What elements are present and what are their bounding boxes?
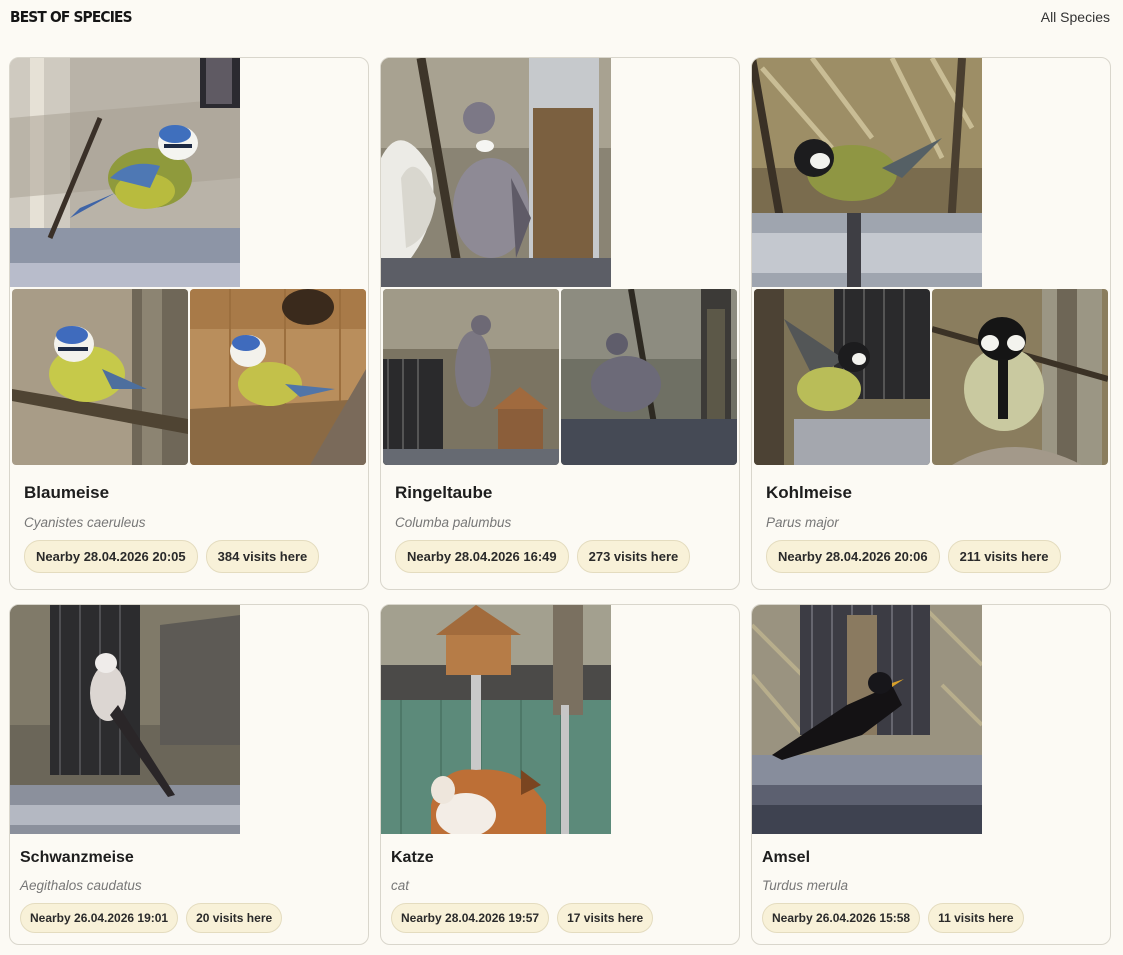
species-main-photo[interactable] [10, 605, 240, 834]
species-name: Blaumeise [24, 483, 110, 502]
species-card-schwanzmeise[interactable]: Schwanzmeise Aegithalos caudatus Nearby … [9, 604, 369, 945]
species-thumb-photo[interactable] [190, 289, 366, 465]
species-main-photo[interactable] [10, 58, 240, 287]
species-stats: Nearby 28.04.2026 16:49 273 visits here [395, 540, 691, 573]
species-name: Amsel [762, 849, 811, 866]
section-header: BEST OF SPECIES All Species [0, 0, 1123, 40]
species-latin-name: Turdus merula [762, 878, 849, 893]
visits-badge[interactable]: 11 visits here [928, 903, 1024, 933]
all-species-link[interactable]: All Species [1041, 9, 1110, 25]
species-main-photo[interactable] [381, 605, 611, 834]
species-thumb-photo[interactable] [754, 289, 930, 465]
last-seen-badge[interactable]: Nearby 28.04.2026 20:05 [24, 540, 198, 573]
species-stats: Nearby 28.04.2026 20:06 211 visits here [766, 540, 1061, 573]
species-main-photo[interactable] [752, 605, 982, 834]
species-latin-name: Aegithalos caudatus [20, 878, 142, 893]
species-card-katze[interactable]: Katze cat Nearby 28.04.2026 19:57 17 vis… [380, 604, 740, 945]
visits-badge[interactable]: 20 visits here [186, 903, 283, 933]
species-name: Schwanzmeise [20, 849, 134, 866]
species-card-kohlmeise[interactable]: Kohlmeise Parus major Nearby 28.04.2026 … [751, 57, 1111, 590]
species-name: Ringeltaube [395, 483, 493, 502]
last-seen-badge[interactable]: Nearby 28.04.2026 20:06 [766, 540, 940, 573]
species-main-photo[interactable] [381, 58, 611, 287]
species-thumb-photo[interactable] [932, 289, 1108, 465]
visits-badge[interactable]: 273 visits here [576, 540, 691, 573]
species-latin-name: cat [391, 878, 410, 893]
species-stats: Nearby 28.04.2026 20:05 384 visits here [24, 540, 320, 573]
species-name: Katze [391, 849, 434, 866]
last-seen-badge[interactable]: Nearby 26.04.2026 19:01 [20, 903, 179, 933]
species-thumb-photo[interactable] [12, 289, 188, 465]
species-stats: Nearby 26.04.2026 15:58 11 visits here [762, 903, 1024, 933]
visits-badge[interactable]: 384 visits here [205, 540, 320, 573]
species-card-ringeltaube[interactable]: Ringeltaube Columba palumbus Nearby 28.0… [380, 57, 740, 590]
species-card-amsel[interactable]: Amsel Turdus merula Nearby 26.04.2026 15… [751, 604, 1111, 945]
species-latin-name: Columba palumbus [395, 515, 512, 530]
species-stats: Nearby 28.04.2026 19:57 17 visits here [391, 903, 654, 933]
last-seen-badge[interactable]: Nearby 28.04.2026 16:49 [395, 540, 569, 573]
best-of-species-page: BEST OF SPECIES All Species Blaumeise Cy… [0, 0, 1123, 955]
species-stats: Nearby 26.04.2026 19:01 20 visits here [20, 903, 283, 933]
species-card-blaumeise[interactable]: Blaumeise Cyanistes caeruleus Nearby 28.… [9, 57, 369, 590]
last-seen-badge[interactable]: Nearby 26.04.2026 15:58 [762, 903, 921, 933]
visits-badge[interactable]: 211 visits here [947, 540, 1061, 573]
species-latin-name: Parus major [766, 515, 839, 530]
visits-badge[interactable]: 17 visits here [557, 903, 654, 933]
species-main-photo[interactable] [752, 58, 982, 287]
species-thumb-photo[interactable] [561, 289, 737, 465]
species-thumb-photo[interactable] [383, 289, 559, 465]
species-name: Kohlmeise [766, 483, 852, 502]
last-seen-badge[interactable]: Nearby 28.04.2026 19:57 [391, 903, 550, 933]
species-latin-name: Cyanistes caeruleus [24, 515, 146, 530]
section-title: BEST OF SPECIES [10, 8, 133, 26]
